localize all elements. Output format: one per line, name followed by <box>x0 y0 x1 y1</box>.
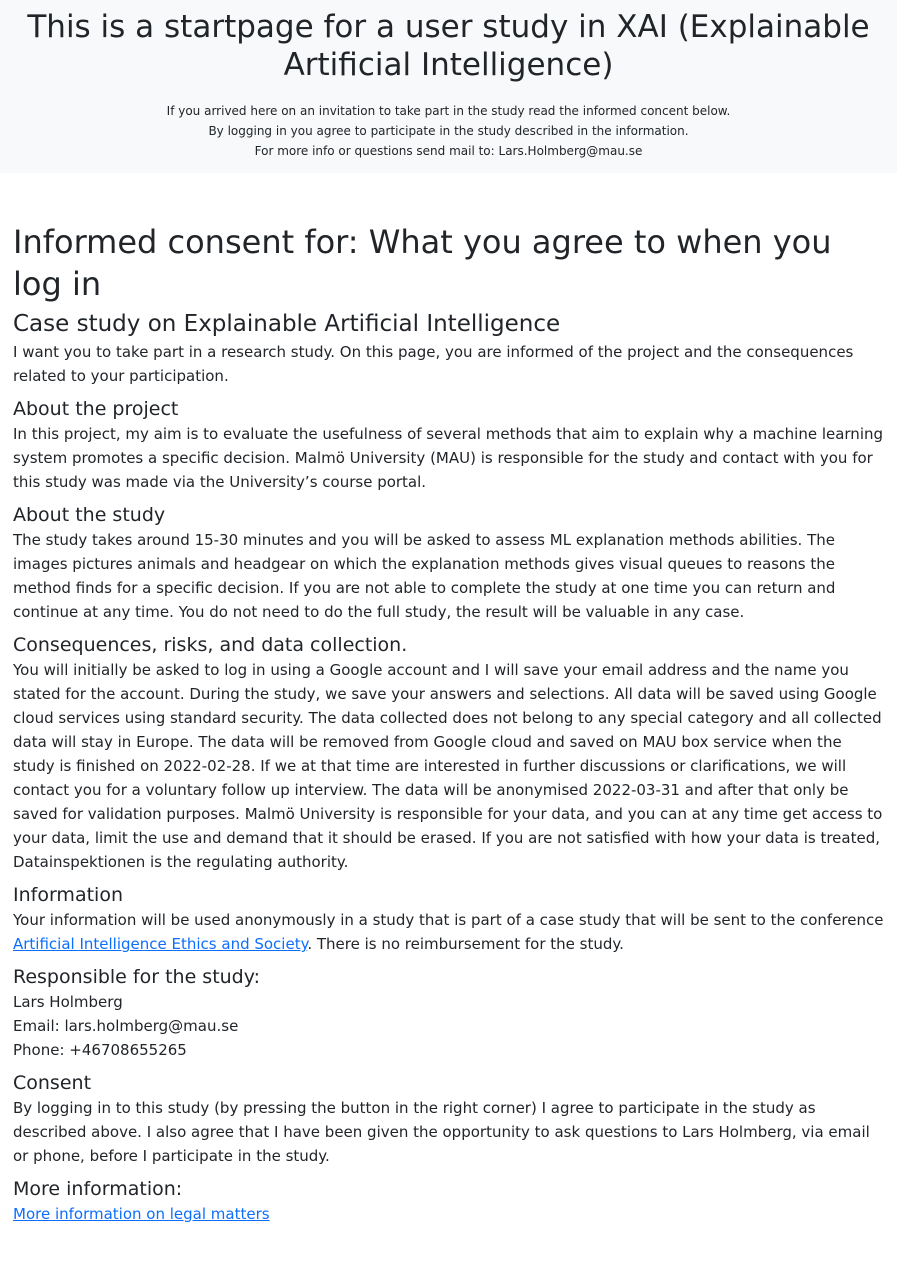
responsible-contact: Lars Holmberg Email: lars.holmberg@mau.s… <box>13 990 884 1062</box>
about-study-heading: About the study <box>13 504 166 526</box>
hero-line-agreement: By logging in you agree to participate i… <box>208 124 689 138</box>
more-info-paragraph: More information on legal matters <box>13 1202 884 1226</box>
conference-link[interactable]: Artificial Intelligence Ethics and Socie… <box>13 935 307 953</box>
intro-text: I want you to take part in a research st… <box>13 343 854 385</box>
about-project-heading: About the project <box>13 398 179 420</box>
hero-line-invitation: If you arrived here on an invitation to … <box>166 104 731 118</box>
consent-heading: Informed consent for: What you agree to … <box>13 223 832 303</box>
about-study-text: The study takes around 15-30 minutes and… <box>13 531 836 621</box>
information-text: Your information will be used anonymousl… <box>13 908 884 956</box>
responsible-email: Email: lars.holmberg@mau.se <box>13 1017 239 1035</box>
case-study-heading: Case study on Explainable Artificial Int… <box>13 311 561 337</box>
consent-section-heading: Consent <box>13 1072 92 1094</box>
hero-info: If you arrived here on an invitation to … <box>0 101 897 161</box>
responsible-heading: Responsible for the study: <box>13 966 261 988</box>
risks-heading: Consequences, risks, and data collection… <box>13 634 408 656</box>
legal-matters-link[interactable]: More information on legal matters <box>13 1205 270 1223</box>
responsible-phone: Phone: +46708655265 <box>13 1041 187 1059</box>
responsible-name: Lars Holmberg <box>13 993 123 1011</box>
risks-text: You will initially be asked to log in us… <box>13 661 883 871</box>
hero-line-contact: For more info or questions send mail to:… <box>254 144 643 158</box>
consent-text: By logging in to this study (by pressing… <box>13 1099 870 1165</box>
hero-banner: This is a startpage for a user study in … <box>0 0 897 173</box>
page-title: This is a startpage for a user study in … <box>27 9 870 83</box>
consent-content: Informed consent for: What you agree to … <box>0 221 897 1226</box>
more-info-heading: More information: <box>13 1178 183 1200</box>
about-project-text: In this project, my aim is to evaluate t… <box>13 425 884 491</box>
information-text-start: Your information will be used anonymousl… <box>13 911 884 929</box>
information-text-end: . There is no reimbursement for the stud… <box>307 935 624 953</box>
information-heading: Information <box>13 884 123 906</box>
